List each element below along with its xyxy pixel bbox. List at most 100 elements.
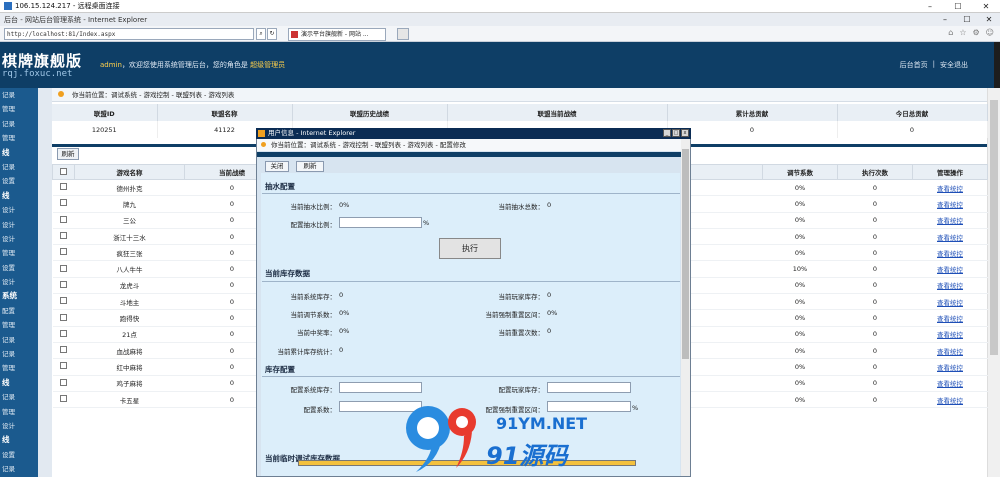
new-tab-button[interactable]	[397, 28, 409, 40]
sidebar-item[interactable]: 管理	[0, 361, 38, 375]
row-checkbox[interactable]	[60, 264, 67, 272]
sidebar-item[interactable]: 记录	[0, 347, 38, 361]
sidebar-item[interactable]: 线	[0, 376, 38, 390]
gear-icon[interactable]: ⚙	[972, 28, 979, 37]
minimize-icon[interactable]: –	[916, 0, 944, 13]
sidebar-item[interactable]: 设计	[0, 232, 38, 246]
view-control-link[interactable]: 查看统控	[937, 250, 963, 258]
row-select[interactable]	[52, 228, 75, 246]
maximize-icon[interactable]: ☐	[944, 0, 972, 13]
scrollbar-thumb[interactable]	[990, 100, 998, 355]
row-checkbox[interactable]	[60, 248, 67, 256]
row-select[interactable]	[52, 391, 75, 409]
ie-minimize-icon[interactable]: –	[934, 13, 956, 26]
dialog-scroll-thumb[interactable]	[682, 149, 689, 359]
sidebar-item[interactable]: 记录	[0, 390, 38, 404]
row-select[interactable]	[52, 375, 75, 392]
row-checkbox[interactable]	[60, 297, 67, 305]
view-control-link[interactable]: 查看统控	[937, 299, 963, 307]
cfg-sys-input[interactable]	[339, 382, 422, 393]
refresh-button[interactable]: 刷新	[57, 148, 79, 160]
view-control-link[interactable]: 查看统控	[937, 380, 963, 388]
row-checkbox[interactable]	[60, 362, 67, 370]
sidebar-item[interactable]: 记录	[0, 462, 38, 476]
sidebar-item[interactable]: 线	[0, 146, 38, 160]
view-control-link[interactable]: 查看统控	[937, 217, 963, 225]
sidebar-item[interactable]: 记录	[0, 160, 38, 174]
row-select[interactable]	[52, 342, 75, 360]
view-control-link[interactable]: 查看统控	[937, 348, 963, 356]
row-checkbox[interactable]	[60, 346, 67, 354]
row-select[interactable]	[52, 309, 75, 327]
row-select[interactable]	[52, 358, 75, 376]
row-checkbox[interactable]	[60, 280, 67, 288]
sidebar-item[interactable]: 管理	[0, 405, 38, 419]
dialog-scrollbar[interactable]	[681, 139, 690, 476]
sidebar-item[interactable]: 线	[0, 189, 38, 203]
dialog-refresh-button[interactable]: 刷新	[296, 161, 324, 172]
view-control-link[interactable]: 查看统控	[937, 266, 963, 274]
view-control-link[interactable]: 查看统控	[937, 397, 963, 405]
home-icon[interactable]: ⌂	[948, 28, 953, 37]
view-control-link[interactable]: 查看统控	[937, 201, 963, 209]
sidebar-item[interactable]: 记录	[0, 117, 38, 131]
row-select[interactable]	[52, 212, 75, 229]
sidebar-item[interactable]: 设置	[0, 261, 38, 275]
view-control-link[interactable]: 查看统控	[937, 234, 963, 242]
row-checkbox[interactable]	[60, 395, 67, 402]
row-checkbox[interactable]	[60, 313, 67, 321]
row-checkbox[interactable]	[60, 199, 67, 207]
dialog-close-button[interactable]: 关闭	[265, 161, 289, 172]
row-checkbox[interactable]	[60, 183, 67, 191]
row-checkbox[interactable]	[60, 215, 67, 223]
sidebar-item[interactable]: 配置	[0, 304, 38, 318]
smiley-icon[interactable]: ☺	[986, 28, 994, 37]
ie-close-icon[interactable]: ✕	[978, 13, 1000, 26]
sidebar-item[interactable]: 管理	[0, 318, 38, 332]
row-select[interactable]	[52, 277, 75, 295]
row-select[interactable]	[52, 293, 75, 311]
sidebar-item[interactable]: 设计	[0, 275, 38, 289]
view-control-link[interactable]: 查看统控	[937, 331, 963, 339]
execute-button[interactable]: 执行	[439, 238, 501, 259]
sidebar-item[interactable]: 设置	[0, 174, 38, 188]
view-control-link[interactable]: 查看统控	[937, 185, 963, 193]
view-control-link[interactable]: 查看统控	[937, 282, 963, 290]
row-select[interactable]	[52, 244, 75, 262]
sidebar-item[interactable]: 设计	[0, 203, 38, 217]
sidebar-item[interactable]: 设计	[0, 218, 38, 232]
col-select[interactable]	[52, 164, 75, 180]
row-select[interactable]	[52, 260, 75, 278]
url-input[interactable]: http://localhost:81/Index.aspx	[4, 28, 254, 40]
view-control-link[interactable]: 查看统控	[937, 315, 963, 323]
home-link[interactable]: 后台首页	[900, 60, 928, 70]
page-scrollbar[interactable]	[987, 88, 1000, 477]
sidebar-item[interactable]: 记录	[0, 333, 38, 347]
row-checkbox[interactable]	[60, 378, 67, 386]
sidebar-item[interactable]: 设置	[0, 448, 38, 462]
cfg-rate-input[interactable]	[339, 217, 422, 228]
row-checkbox[interactable]	[60, 232, 67, 240]
dialog-maximize-icon[interactable]: □	[672, 129, 680, 137]
browser-tab[interactable]: 演示平台旗舰新 - 网站 ...	[288, 28, 386, 41]
row-select[interactable]	[52, 195, 75, 213]
row-checkbox[interactable]	[60, 329, 67, 337]
dialog-close-icon[interactable]: x	[681, 129, 689, 137]
cfg-player-input[interactable]	[547, 382, 631, 393]
sidebar-item[interactable]: 记录	[0, 88, 38, 102]
sidebar-item[interactable]: 设计	[0, 419, 38, 433]
sidebar-item[interactable]: 系统	[0, 289, 38, 303]
logout-link[interactable]: 安全退出	[940, 60, 968, 70]
select-all-checkbox[interactable]	[60, 167, 67, 175]
sidebar-item[interactable]: 管理	[0, 102, 38, 116]
ie-maximize-icon[interactable]: ☐	[956, 13, 978, 26]
sidebar-item[interactable]: 线	[0, 433, 38, 447]
close-icon[interactable]: ✕	[972, 0, 1000, 13]
row-select[interactable]	[52, 179, 75, 197]
sidebar-item[interactable]: 管理	[0, 131, 38, 145]
view-control-link[interactable]: 查看统控	[937, 364, 963, 372]
refresh-icon[interactable]: ↻	[267, 28, 277, 40]
search-icon[interactable]: ⌕	[256, 28, 266, 40]
dialog-minimize-icon[interactable]: _	[663, 129, 671, 137]
row-select[interactable]	[52, 326, 75, 343]
